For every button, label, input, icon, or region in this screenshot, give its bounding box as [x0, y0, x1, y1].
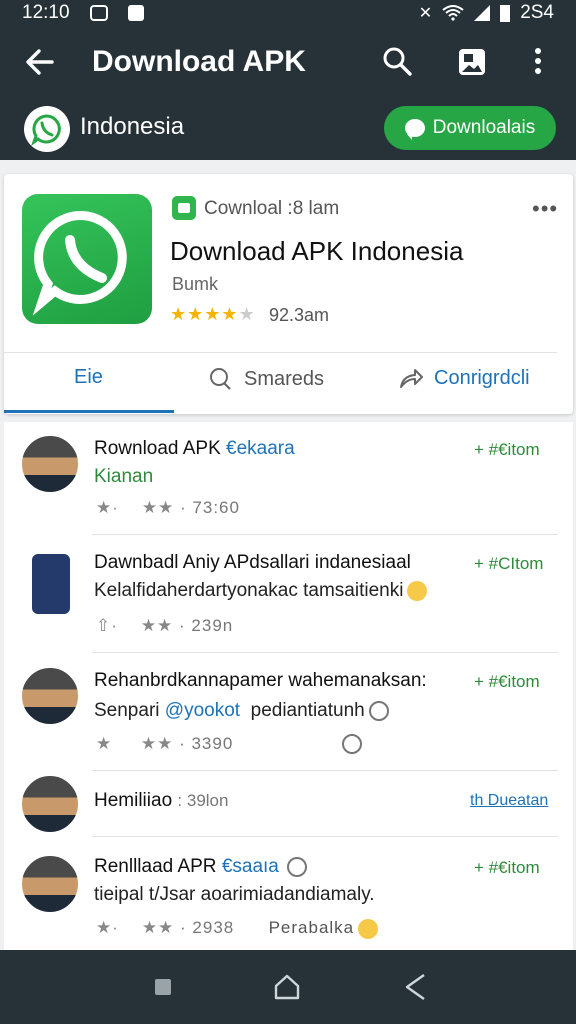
emoji-icon: [286, 856, 307, 877]
item-action-button[interactable]: + #€itom: [474, 672, 540, 692]
item-title: Hemiliiao : 39lon: [94, 790, 229, 811]
divider: [4, 352, 557, 353]
item-meta: ⇧· ★★ · 239n: [96, 616, 234, 635]
downloads-button[interactable]: Downloalais: [384, 106, 556, 150]
item-title: Rownload APK €ekaara: [94, 438, 295, 459]
avatar: [20, 774, 80, 834]
emoji-icon: [407, 580, 428, 601]
image-icon[interactable]: [456, 46, 488, 78]
emoji-icon: [358, 918, 379, 939]
back-nav-button[interactable]: [398, 970, 432, 1004]
review-list: Rownload APK €ekaara Kianan ★· ★★ · 73:6…: [4, 422, 573, 950]
item-subtitle: Kianan: [94, 466, 154, 487]
divider: [92, 534, 558, 535]
divider: [92, 836, 558, 837]
list-item[interactable]: Renlllaad APR €saaıa tieipal t/Jsar aoar…: [4, 838, 573, 950]
rating-text: 92.3am: [269, 305, 330, 325]
emoji-icon: [368, 700, 389, 721]
app-subtitle: Bumk: [172, 274, 219, 294]
chat-bubble-icon: [404, 119, 425, 140]
tab-label: Eie: [74, 366, 103, 388]
item-action-button[interactable]: + #CItom: [474, 554, 543, 574]
avatar: [20, 854, 80, 914]
phone-thumbnail: [32, 554, 70, 614]
whatsapp-logo-icon: [24, 106, 70, 152]
item-title: Renlllaad APR €saaıa: [94, 856, 307, 878]
item-subtitle: tieipal t/Jsar aoarimiadandiamaly.: [94, 884, 375, 905]
downloads-button-label: Downloalais: [432, 117, 536, 138]
item-link[interactable]: th Dueatan: [470, 792, 548, 810]
list-item[interactable]: Rehanbrdkannapamer wahemanaksan: Senpari…: [4, 654, 573, 770]
search-icon: [210, 368, 231, 390]
more-vert-icon[interactable]: [526, 44, 550, 78]
rating-stars: ★★★★★: [170, 304, 256, 324]
battery-text: 2S4: [520, 2, 554, 23]
share-icon: [400, 369, 423, 388]
battery-icon: [500, 4, 511, 22]
tab-indicator: [4, 410, 174, 413]
item-action-button[interactable]: + #€itom: [474, 858, 540, 878]
search-icon[interactable]: [380, 44, 414, 78]
divider: [92, 770, 558, 771]
app-bar: Download APK Indonesia Downloalais: [0, 26, 576, 160]
app-card: Cownloal :8 lam ••• Download APK Indones…: [4, 174, 573, 414]
tab-label: Smareds: [244, 367, 325, 390]
region-label: Indonesia: [80, 113, 185, 140]
tab-shared[interactable]: Smareds: [208, 366, 324, 392]
status-time: 12:10: [22, 2, 70, 23]
mute-icon: ✕: [418, 5, 433, 22]
item-subtitle: Senpari @yookot pediantiatunh: [94, 700, 389, 722]
more-horiz-icon[interactable]: •••: [532, 196, 558, 222]
item-meta: ★· ★★ · 2938 Perabalka: [96, 918, 379, 939]
home-button[interactable]: [270, 970, 304, 1004]
wifi-icon: [442, 5, 464, 21]
signal-icon: [474, 5, 491, 21]
home-icon: [274, 974, 300, 1000]
developer-text: Cownloal :8 lam: [204, 198, 340, 219]
back-arrow-icon[interactable]: [22, 44, 58, 80]
list-item[interactable]: Dawnbadl Aniy APdsallari indanesiaal Kel…: [4, 536, 573, 652]
avatar: [20, 434, 80, 494]
app-title: Download APK Indonesia: [170, 236, 464, 266]
item-meta: ★ ★★ · 3390: [96, 734, 234, 753]
tab-label: Conrigrdcli: [434, 366, 530, 389]
back-triangle-icon: [405, 974, 425, 1000]
item-action-button[interactable]: + #€itom: [474, 440, 540, 460]
item-title: Dawnbadl Aniy APdsallari indanesiaal: [94, 552, 411, 573]
item-title: Rehanbrdkannapamer wahemanaksan:: [94, 670, 427, 691]
item-meta: ★· ★★ · 73:60: [96, 498, 240, 517]
notification-message-icon: [127, 5, 144, 21]
item-subtitle: Kelalfidaherdartyonakac tamsaitienki: [94, 580, 428, 602]
developer-icon: [172, 196, 196, 220]
system-nav-bar: [0, 950, 576, 1024]
list-item[interactable]: Rownload APK €ekaara Kianan ★· ★★ · 73:6…: [4, 422, 573, 534]
emoji-icon: [342, 734, 362, 754]
status-bar: 12:10 ✕ 2S4: [0, 0, 576, 26]
divider: [92, 652, 558, 653]
recents-button[interactable]: [146, 970, 180, 1004]
tab-config[interactable]: Conrigrdcli: [398, 366, 530, 390]
list-item[interactable]: Hemiliiao : 39lon th Dueatan: [4, 772, 573, 836]
tab-file[interactable]: Eie: [74, 366, 103, 389]
app-icon[interactable]: [22, 194, 152, 324]
avatar: [20, 666, 80, 726]
page-title: Download APK: [92, 45, 306, 78]
notification-app-icon: [89, 5, 108, 21]
recents-icon: [155, 979, 171, 995]
